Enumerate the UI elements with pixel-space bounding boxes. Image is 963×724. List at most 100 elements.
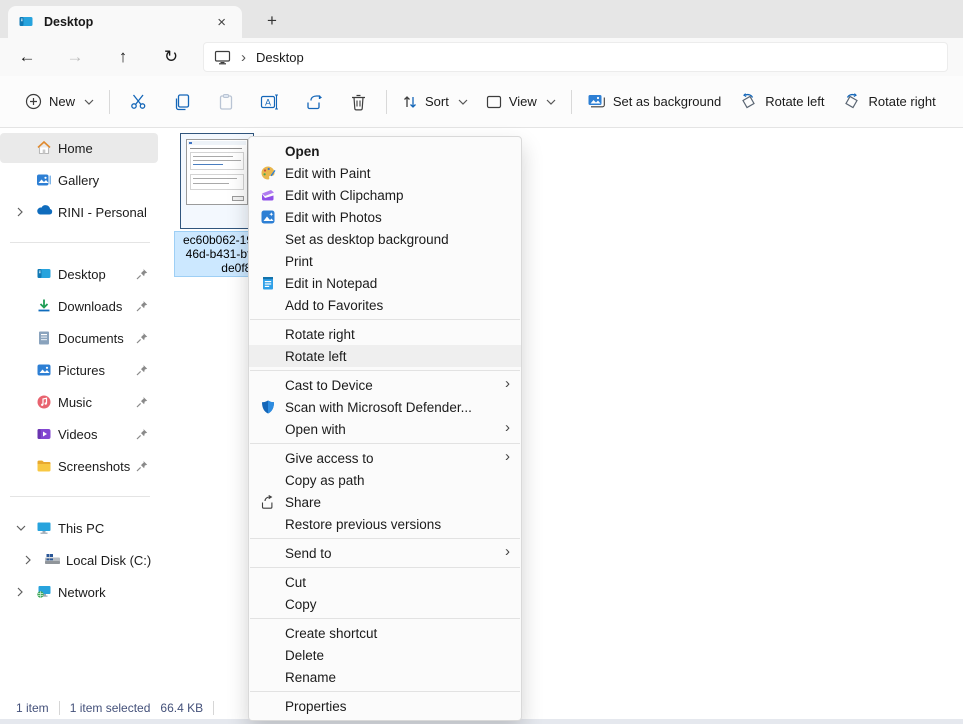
toolbar-separator: [571, 90, 572, 114]
sidebar-item-desktop[interactable]: Desktop: [0, 259, 158, 289]
menu-item-rename[interactable]: Rename: [249, 666, 521, 688]
pin-icon[interactable]: [136, 300, 148, 312]
menu-item-edit-with-paint[interactable]: Edit with Paint: [249, 162, 521, 184]
refresh-button[interactable]: ↻: [154, 42, 188, 72]
location-monitor-icon: [214, 50, 231, 65]
chevron-right-icon[interactable]: [24, 555, 36, 565]
sidebar-separator: [10, 242, 150, 243]
sidebar-item-screenshots[interactable]: Screenshots: [0, 451, 158, 481]
menu-item-cast-to-device[interactable]: Cast to Device ›: [249, 374, 521, 396]
menu-item-rotate-left[interactable]: Rotate left: [249, 345, 521, 367]
sidebar-item-label: This PC: [58, 521, 104, 536]
menu-item-print[interactable]: Print: [249, 250, 521, 272]
navigation-bar: ← → ↑ ↻ › Desktop: [0, 38, 963, 76]
menu-item-add-to-favorites[interactable]: Add to Favorites: [249, 294, 521, 316]
sidebar-item-documents[interactable]: Documents: [0, 323, 158, 353]
sidebar-item-videos[interactable]: Videos: [0, 419, 158, 449]
menu-item-delete[interactable]: Delete: [249, 644, 521, 666]
home-icon: [36, 140, 52, 156]
menu-item-label: Edit with Clipchamp: [285, 188, 404, 203]
sidebar-item-label: Pictures: [58, 363, 105, 378]
tab-bar: Desktop × +: [0, 0, 963, 38]
sidebar-item-local-disk-c[interactable]: Local Disk (C:): [0, 545, 158, 575]
copy-button[interactable]: [160, 84, 204, 120]
notepad-icon: [260, 275, 276, 291]
menu-item-label: Send to: [285, 546, 332, 561]
menu-item-properties[interactable]: Properties: [249, 695, 521, 717]
sidebar-item-gallery[interactable]: Gallery: [0, 165, 158, 195]
menu-item-edit-with-photos[interactable]: Edit with Photos: [249, 206, 521, 228]
disk-drive-icon: [44, 552, 60, 568]
menu-item-create-shortcut[interactable]: Create shortcut: [249, 622, 521, 644]
rotate-right-button[interactable]: Rotate right: [833, 84, 944, 120]
toolbar-separator: [386, 90, 387, 114]
menu-separator: [250, 370, 520, 371]
back-button[interactable]: ←: [10, 42, 44, 72]
menu-item-rotate-right[interactable]: Rotate right: [249, 323, 521, 345]
new-button[interactable]: New: [16, 84, 103, 120]
sidebar-item-pictures[interactable]: Pictures: [0, 355, 158, 385]
cut-button[interactable]: [116, 84, 160, 120]
sidebar-item-this-pc[interactable]: This PC: [0, 513, 158, 543]
set-as-background-button[interactable]: Set as background: [578, 84, 730, 120]
chevron-down-icon[interactable]: [16, 524, 28, 532]
paint-icon: [260, 165, 276, 181]
videos-icon: [36, 426, 52, 442]
pin-icon[interactable]: [136, 460, 148, 472]
sort-button[interactable]: Sort: [393, 84, 477, 120]
menu-item-copy[interactable]: Copy: [249, 593, 521, 615]
menu-item-give-access-to[interactable]: Give access to ›: [249, 447, 521, 469]
breadcrumb-chevron-icon: ›: [241, 49, 246, 66]
new-tab-button[interactable]: +: [258, 8, 286, 34]
forward-button[interactable]: →: [58, 42, 92, 72]
chevron-right-icon[interactable]: [16, 207, 28, 217]
tab-desktop[interactable]: Desktop ×: [8, 6, 242, 38]
paste-button[interactable]: [204, 84, 248, 120]
sidebar-item-label: Screenshots: [58, 459, 130, 474]
menu-item-copy-as-path[interactable]: Copy as path: [249, 469, 521, 491]
context-menu: Open Edit with Paint Edit with Clipchamp…: [248, 136, 522, 721]
up-button[interactable]: ↑: [106, 42, 140, 72]
sidebar-item-downloads[interactable]: Downloads: [0, 291, 158, 321]
menu-item-share[interactable]: Share: [249, 491, 521, 513]
view-button[interactable]: View: [477, 84, 565, 120]
rotate-left-icon: [739, 93, 758, 110]
menu-item-open-with[interactable]: Open with ›: [249, 418, 521, 440]
submenu-arrow-icon: ›: [505, 543, 510, 560]
sidebar-item-label: Home: [58, 141, 93, 156]
delete-button[interactable]: [336, 84, 380, 120]
rotate-left-button[interactable]: Rotate left: [730, 84, 833, 120]
menu-item-edit-in-notepad[interactable]: Edit in Notepad: [249, 272, 521, 294]
sidebar-item-label: RINI - Personal: [58, 205, 147, 220]
sidebar-item-network[interactable]: Network: [0, 577, 158, 607]
pin-icon[interactable]: [136, 268, 148, 280]
menu-item-scan-with-defender[interactable]: Scan with Microsoft Defender...: [249, 396, 521, 418]
submenu-arrow-icon: ›: [505, 448, 510, 465]
svg-text:A: A: [265, 97, 271, 107]
tab-title: Desktop: [44, 15, 211, 29]
onedrive-cloud-icon: [36, 204, 52, 220]
menu-item-cut[interactable]: Cut: [249, 571, 521, 593]
chevron-right-icon[interactable]: [16, 587, 28, 597]
sidebar-item-music[interactable]: Music: [0, 387, 158, 417]
menu-item-restore-previous-versions[interactable]: Restore previous versions: [249, 513, 521, 535]
rename-button[interactable]: A: [248, 84, 292, 120]
sidebar-separator: [10, 496, 150, 497]
menu-item-edit-with-clipchamp[interactable]: Edit with Clipchamp: [249, 184, 521, 206]
breadcrumb-location[interactable]: Desktop: [256, 50, 304, 65]
pin-icon[interactable]: [136, 428, 148, 440]
sidebar-item-onedrive-personal[interactable]: RINI - Personal: [0, 197, 158, 227]
address-bar[interactable]: › Desktop: [203, 42, 948, 72]
pin-icon[interactable]: [136, 364, 148, 376]
menu-item-send-to[interactable]: Send to ›: [249, 542, 521, 564]
menu-item-set-as-desktop-background[interactable]: Set as desktop background: [249, 228, 521, 250]
this-pc-monitor-icon: [36, 520, 52, 536]
tab-close-icon[interactable]: ×: [211, 14, 232, 31]
pin-icon[interactable]: [136, 332, 148, 344]
share-button[interactable]: [292, 84, 336, 120]
copy-icon: [173, 93, 191, 111]
trash-icon: [350, 93, 367, 111]
sidebar-item-home[interactable]: Home: [0, 133, 158, 163]
menu-item-open[interactable]: Open: [249, 140, 521, 162]
pin-icon[interactable]: [136, 396, 148, 408]
